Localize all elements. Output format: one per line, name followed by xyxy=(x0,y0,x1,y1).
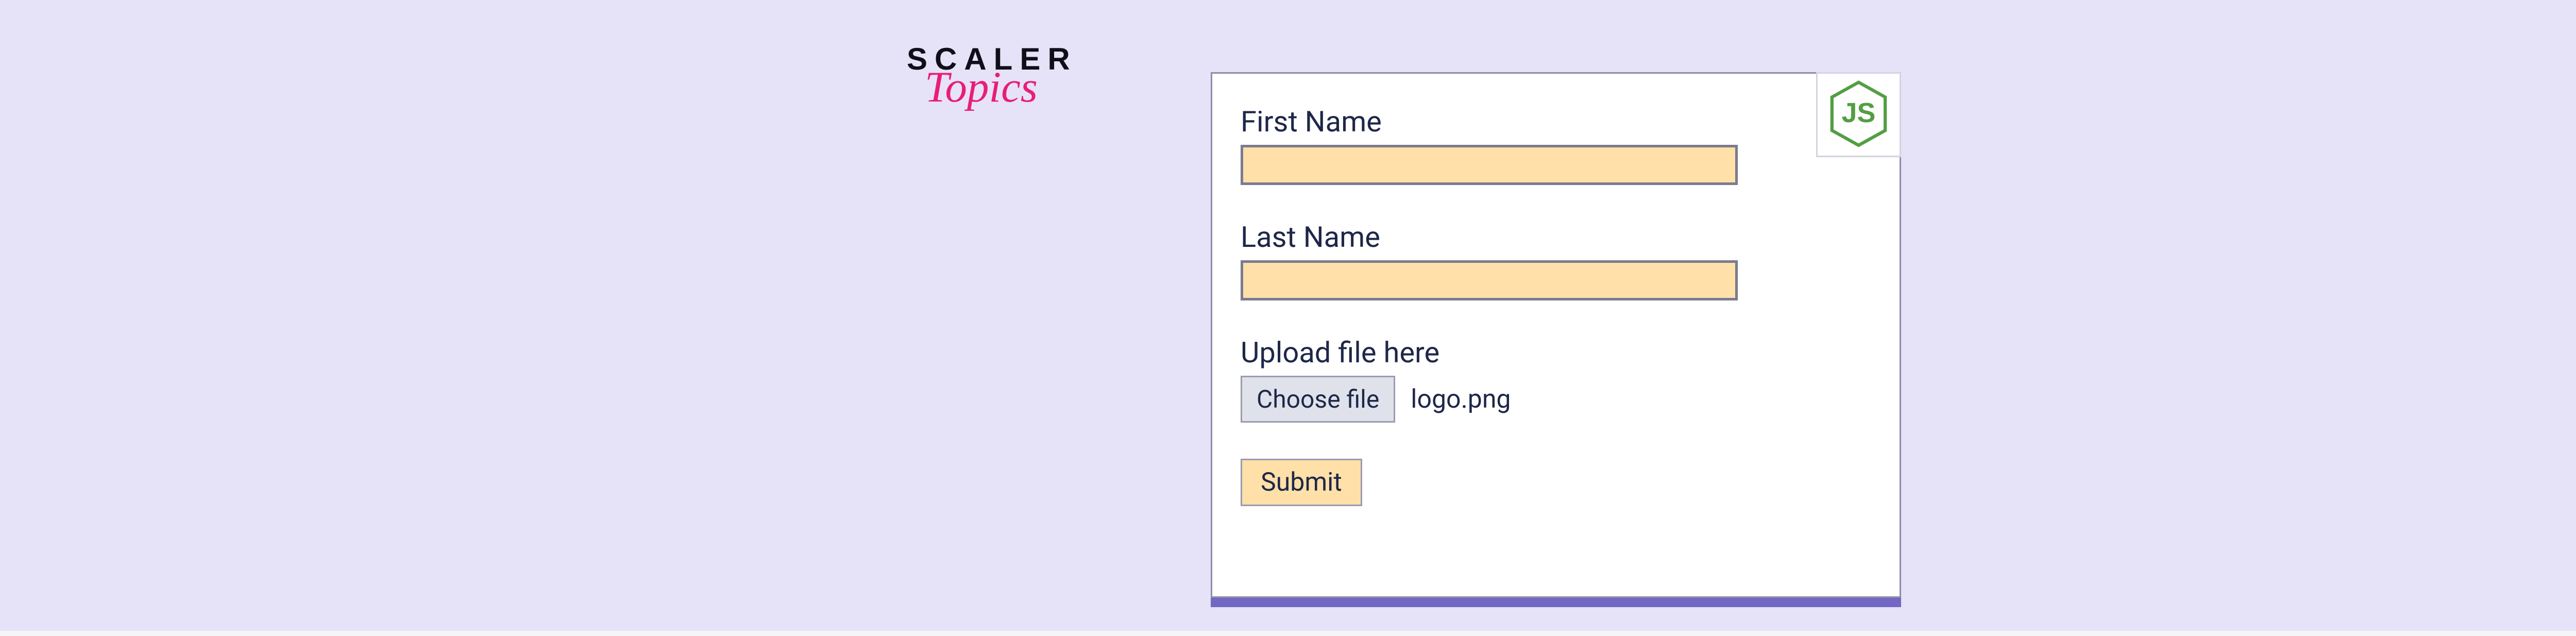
scaler-topics-logo: SCALER Topics xyxy=(907,44,1066,105)
form-body: First Name Last Name Upload file here Ch… xyxy=(1212,74,1900,534)
file-row: Choose file logo.png xyxy=(1241,376,1871,423)
first-name-input[interactable] xyxy=(1241,145,1738,185)
last-name-label: Last Name xyxy=(1241,220,1871,254)
last-name-group: Last Name xyxy=(1241,220,1871,300)
upload-group: Upload file here Choose file logo.png xyxy=(1241,336,1871,423)
first-name-label: First Name xyxy=(1241,105,1871,139)
svg-text:JS: JS xyxy=(1842,97,1876,128)
form-card: JS First Name Last Name Upload file here… xyxy=(1211,72,1901,598)
upload-label: Upload file here xyxy=(1241,336,1871,370)
bottom-strip xyxy=(0,631,2576,636)
last-name-input[interactable] xyxy=(1241,260,1738,300)
submit-button[interactable]: Submit xyxy=(1241,459,1362,506)
selected-file-name: logo.png xyxy=(1411,384,1511,414)
choose-file-button[interactable]: Choose file xyxy=(1241,376,1395,423)
first-name-group: First Name xyxy=(1241,105,1871,185)
nodejs-badge: JS xyxy=(1816,72,1901,157)
nodejs-icon: JS xyxy=(1829,80,1888,149)
